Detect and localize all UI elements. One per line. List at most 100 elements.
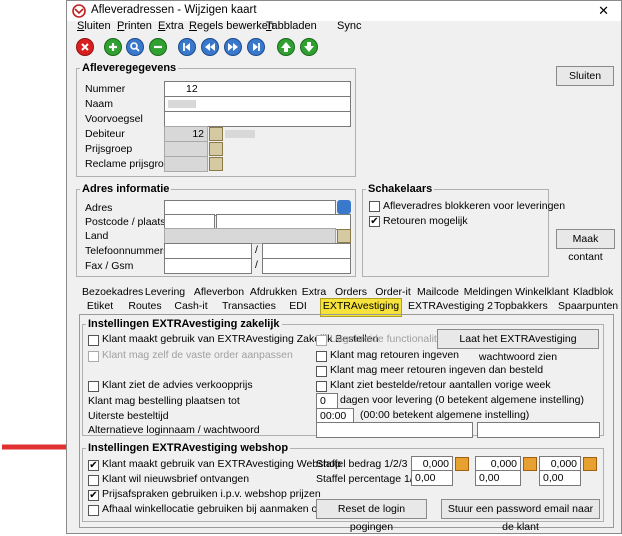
slash: / bbox=[255, 244, 258, 256]
tab-transacties[interactable]: Transacties bbox=[222, 299, 276, 314]
advies-checkbox[interactable] bbox=[88, 381, 99, 392]
currency-icon[interactable] bbox=[583, 457, 597, 471]
vaste-order-checkbox[interactable] bbox=[88, 351, 99, 362]
prijsafspraken-label: Prijsafspraken gebruiken i.p.v. webshop … bbox=[102, 488, 321, 500]
advies-label: Klant ziet de advies verkoopprijs bbox=[102, 379, 253, 391]
menu-regels-bewerken[interactable]: Regels bewerken bbox=[189, 20, 274, 32]
window-title: Afleveradressen - Wijzigen kaart bbox=[91, 4, 257, 16]
reclame-prijsgroep-field[interactable] bbox=[164, 156, 208, 172]
staffel-percentage-1[interactable]: 0,00 bbox=[411, 470, 453, 486]
tab-winkelklant[interactable]: Winkelklant bbox=[515, 285, 569, 300]
prijsgroep-field[interactable] bbox=[164, 141, 208, 157]
tab-cash-it[interactable]: Cash-it bbox=[172, 299, 210, 314]
add-icon[interactable] bbox=[104, 38, 122, 56]
remove-icon[interactable] bbox=[149, 38, 167, 56]
voorvoegsel-label: Voorvoegsel bbox=[85, 113, 143, 125]
zakelijk-checkbox[interactable] bbox=[88, 335, 99, 346]
tab-afleverbon[interactable]: Afleverbon bbox=[192, 285, 246, 300]
besteltijd-label: Uiterste besteltijd bbox=[88, 410, 169, 422]
nummer-field[interactable]: 12 bbox=[164, 81, 351, 97]
blokkeren-label: Afleveradres blokkeren voor leveringen bbox=[383, 200, 566, 212]
telefoon-label: Telefoonnummers bbox=[85, 245, 169, 257]
retouren-ingeven-checkbox[interactable] bbox=[316, 351, 327, 362]
land-label: Land bbox=[85, 230, 109, 242]
vaste-order-label: Klant mag zelf de vaste order aanpassen bbox=[102, 349, 293, 361]
telefoon-field-2[interactable] bbox=[262, 243, 351, 259]
uitgebreid-label: Uitgebreide functionaliteit bbox=[330, 333, 448, 345]
tab-mailcode[interactable]: Mailcode bbox=[416, 285, 460, 300]
currency-icon[interactable] bbox=[455, 457, 469, 471]
tab-edi[interactable]: EDI bbox=[288, 299, 308, 314]
voorvoegsel-field[interactable] bbox=[164, 111, 351, 127]
loginnaam-field[interactable] bbox=[316, 422, 473, 438]
reclame-lookup-icon[interactable] bbox=[209, 157, 223, 171]
tab-levering[interactable]: Levering bbox=[142, 285, 188, 300]
search-icon[interactable] bbox=[126, 38, 144, 56]
webshop-checkbox[interactable]: ✔ bbox=[88, 460, 99, 471]
fax-field[interactable] bbox=[164, 258, 252, 274]
menu-extra[interactable]: Extra bbox=[158, 20, 184, 32]
debiteur-lookup-icon[interactable] bbox=[209, 127, 223, 141]
meer-retouren-checkbox[interactable] bbox=[316, 366, 327, 377]
land-lookup-icon[interactable] bbox=[337, 229, 351, 243]
debiteur-field[interactable]: 12 bbox=[164, 126, 208, 142]
menu-sync[interactable]: Sync bbox=[337, 20, 361, 32]
menu-sluiten[interactable]: Sluiten bbox=[77, 20, 111, 32]
toolbar bbox=[67, 36, 621, 58]
aantallen-label: Klant ziet bestelde/retour aantallen vor… bbox=[330, 379, 551, 391]
sluiten-button[interactable]: Sluiten bbox=[556, 66, 614, 86]
nieuwsbrief-checkbox[interactable] bbox=[88, 475, 99, 486]
naam-label: Naam bbox=[85, 98, 114, 110]
slash: / bbox=[255, 259, 258, 271]
login-wachtwoord-field[interactable] bbox=[477, 422, 600, 438]
first-icon[interactable] bbox=[178, 38, 196, 56]
aantallen-checkbox[interactable] bbox=[316, 381, 327, 392]
tab-topbakkers[interactable]: Topbakkers bbox=[494, 299, 548, 314]
reset-login-button[interactable]: Reset de login pogingen bbox=[316, 499, 427, 533]
reclame-prijsgroep-label: Reclame prijsgroep bbox=[85, 158, 176, 170]
prijsgroep-lookup-icon[interactable] bbox=[209, 142, 223, 156]
staffel-percentage-3[interactable]: 0,00 bbox=[539, 470, 581, 486]
bestelling-label: Klant mag bestelling plaatsen tot bbox=[88, 395, 240, 407]
blokkeren-checkbox[interactable] bbox=[369, 201, 380, 212]
tab-meldingen[interactable]: Meldingen bbox=[463, 285, 513, 300]
staffel-percentage-2[interactable]: 0,00 bbox=[475, 470, 521, 486]
zakelijk-title: Instellingen EXTRAvestiging zakelijk bbox=[86, 318, 282, 330]
menu-tabbladen[interactable]: Tabbladen bbox=[266, 20, 317, 32]
tab-spaarpunten[interactable]: Spaarpunten bbox=[558, 299, 618, 314]
tab-kladblok[interactable]: Kladblok bbox=[573, 285, 613, 300]
maak-contant-button[interactable]: Maak contant bbox=[556, 229, 615, 263]
app-icon bbox=[72, 4, 86, 18]
globe-icon[interactable] bbox=[337, 200, 351, 214]
password-email-button[interactable]: Stuur een password email naar de klant bbox=[441, 499, 600, 533]
menu-printen[interactable]: Printen bbox=[117, 20, 152, 32]
retouren-mogelijk-checkbox[interactable]: ✔ bbox=[369, 216, 380, 227]
nieuwsbrief-label: Klant wil nieuwsbrief ontvangen bbox=[102, 473, 250, 485]
tab-afdrukken[interactable]: Afdrukken bbox=[249, 285, 298, 300]
previous-icon[interactable] bbox=[201, 38, 219, 56]
down-icon[interactable] bbox=[300, 38, 318, 56]
telefoon-field-1[interactable] bbox=[164, 243, 252, 259]
adres-label: Adres bbox=[85, 202, 113, 214]
afhaal-checkbox[interactable] bbox=[88, 505, 99, 516]
cancel-icon[interactable] bbox=[76, 38, 94, 56]
land-field[interactable] bbox=[164, 228, 336, 244]
uitgebreid-checkbox[interactable] bbox=[316, 335, 327, 346]
nummer-label: Nummer bbox=[85, 83, 126, 95]
blurred-value bbox=[168, 100, 196, 108]
wachtwoord-button[interactable]: Laat het EXTRAvestiging wachtwoord zien bbox=[437, 329, 599, 363]
tab-routes[interactable]: Routes bbox=[128, 299, 162, 314]
tab-etiket[interactable]: Etiket bbox=[82, 299, 118, 314]
currency-icon[interactable] bbox=[523, 457, 537, 471]
gsm-field[interactable] bbox=[262, 258, 351, 274]
tab-bezoekadres[interactable]: Bezoekadres bbox=[82, 285, 143, 300]
last-icon[interactable] bbox=[247, 38, 265, 56]
close-icon[interactable]: ✕ bbox=[598, 3, 609, 19]
afhaal-label: Afhaal winkellocatie gebruiken bij aanma… bbox=[102, 503, 342, 515]
up-icon[interactable] bbox=[277, 38, 295, 56]
dagen-field[interactable]: 0 bbox=[316, 393, 338, 409]
prijsafspraken-checkbox[interactable]: ✔ bbox=[88, 490, 99, 501]
tab-extravestiging-2[interactable]: EXTRAvestiging 2 bbox=[408, 299, 493, 314]
naam-field[interactable] bbox=[164, 96, 351, 112]
next-icon[interactable] bbox=[224, 38, 242, 56]
